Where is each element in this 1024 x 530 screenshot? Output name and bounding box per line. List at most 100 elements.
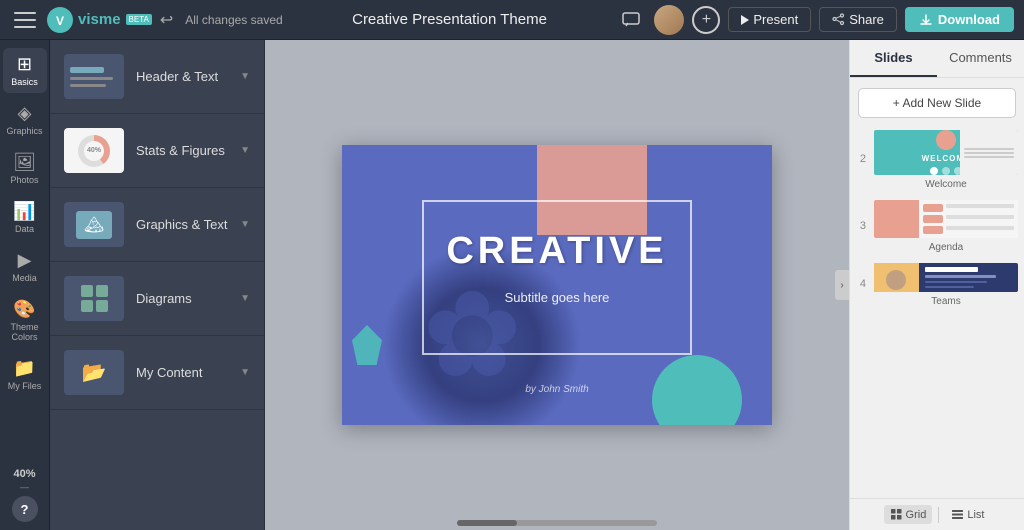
- graphics-label: Graphics: [7, 126, 43, 136]
- sidebar-item-my-files[interactable]: 📁 My Files: [3, 352, 47, 397]
- graphics-icon: ◈: [18, 103, 32, 124]
- panel-item-diagrams[interactable]: Diagrams ▼: [50, 262, 264, 336]
- sidebar-item-data[interactable]: 📊 Data: [3, 195, 47, 240]
- data-icon: 📊: [13, 201, 35, 222]
- hamburger-icon: [14, 12, 36, 28]
- share-button[interactable]: Share: [819, 7, 897, 32]
- sidebar-item-media[interactable]: ▶ Media: [3, 244, 47, 289]
- beta-badge: BETA: [126, 14, 152, 25]
- theme-colors-icon: 🎨: [13, 299, 35, 320]
- diagrams-label: Diagrams: [136, 291, 228, 306]
- basics-label: Basics: [11, 77, 38, 87]
- panel-item-header-text[interactable]: Header & Text ▼: [50, 40, 264, 114]
- share-icon: [832, 13, 845, 26]
- slide-num-3: 3: [854, 220, 866, 232]
- basics-icon: ⊞: [17, 54, 32, 75]
- canvas-area[interactable]: CREATIVE Subtitle goes here by John Smit…: [265, 40, 849, 530]
- add-new-slide-button[interactable]: + Add New Slide: [858, 88, 1016, 118]
- slide-thumb-item-3[interactable]: 3 Agenda: [854, 198, 1020, 253]
- my-content-label: My Content: [136, 365, 228, 380]
- graphics-text-thumb-img: 🏔: [76, 211, 112, 239]
- undo-button[interactable]: ↩: [158, 8, 175, 32]
- present-button[interactable]: Present: [728, 7, 811, 32]
- slide-thumb-item-2[interactable]: 2 WELCOME: [854, 128, 1020, 190]
- photos-label: Photos: [10, 175, 38, 185]
- photos-icon: 🖼: [13, 152, 36, 173]
- list-label: List: [967, 509, 984, 521]
- list-icon: [951, 508, 964, 521]
- topbar-right: + Present Share Download: [616, 5, 1014, 35]
- slides-list: 2 WELCOME: [850, 128, 1024, 498]
- header-text-thumbnail: [64, 54, 124, 99]
- slide-3-visual: [874, 200, 1018, 238]
- canvas-horizontal-scrollbar[interactable]: [457, 520, 657, 526]
- slide-preview-4[interactable]: [872, 261, 1020, 294]
- download-label: Download: [938, 12, 1000, 27]
- slide-2-visual: WELCOME: [874, 130, 1018, 175]
- media-icon: ▶: [18, 250, 32, 271]
- slide-label-3: Agenda: [872, 242, 1020, 253]
- play-icon: [741, 15, 749, 25]
- topbar-left: V visme BETA ↩ All changes saved: [10, 5, 283, 35]
- save-status: All changes saved: [185, 13, 282, 27]
- list-view-button[interactable]: List: [945, 505, 990, 524]
- graphics-text-thumbnail: 🏔: [64, 202, 124, 247]
- slide-2-right-panel: [960, 130, 1018, 175]
- grid-icon: [890, 508, 903, 521]
- slide-num-2: 2: [854, 153, 866, 165]
- slide-subtitle: Subtitle goes here: [342, 290, 772, 305]
- hamburger-button[interactable]: [10, 5, 40, 35]
- canvas-scrollbar-thumb: [457, 520, 517, 526]
- sidebar-item-theme-colors[interactable]: 🎨 Theme Colors: [3, 293, 47, 348]
- panel-item-graphics-text[interactable]: 🏔 Graphics & Text ▼: [50, 188, 264, 262]
- panel-item-stats-figures[interactable]: 40% Stats & Figures ▼: [50, 114, 264, 188]
- my-content-thumbnail: 📂: [64, 350, 124, 395]
- download-button[interactable]: Download: [905, 7, 1014, 32]
- grid-label: Grid: [906, 509, 927, 521]
- user-avatar[interactable]: [654, 5, 684, 35]
- slide-num-4: 4: [854, 278, 866, 290]
- slide-thumb-item-4[interactable]: 4: [854, 261, 1020, 307]
- tab-comments[interactable]: Comments: [937, 40, 1024, 77]
- add-collaborator-button[interactable]: +: [692, 6, 720, 34]
- header-text-label: Header & Text: [136, 69, 228, 84]
- slide-author: by John Smith: [342, 384, 772, 395]
- slide-3-wrapper: Agenda: [872, 198, 1020, 253]
- panel-item-my-content[interactable]: 📂 My Content ▼: [50, 336, 264, 410]
- stats-percent: 40%: [84, 141, 104, 161]
- topbar: V visme BETA ↩ All changes saved Creativ…: [0, 0, 1024, 40]
- share-label: Share: [849, 12, 884, 27]
- graphics-text-label: Graphics & Text: [136, 217, 228, 232]
- help-button[interactable]: ?: [12, 496, 38, 522]
- view-separator: [938, 507, 939, 523]
- tab-slides[interactable]: Slides: [850, 40, 937, 77]
- my-files-label: My Files: [8, 381, 42, 391]
- diagrams-thumbnail: [64, 276, 124, 321]
- grid-view-button[interactable]: Grid: [884, 505, 933, 524]
- sidebar-item-graphics[interactable]: ◈ Graphics: [3, 97, 47, 142]
- slide-preview-3[interactable]: [872, 198, 1020, 240]
- svg-text:V: V: [56, 14, 64, 28]
- left-sidebar: ⊞ Basics ◈ Graphics 🖼 Photos 📊 Data ▶ Me…: [0, 40, 50, 530]
- main-slide[interactable]: CREATIVE Subtitle goes here by John Smit…: [342, 145, 772, 425]
- diagrams-chevron: ▼: [240, 293, 250, 304]
- data-label: Data: [15, 224, 34, 234]
- right-panel-collapse-arrow[interactable]: ›: [835, 270, 849, 300]
- sidebar-item-photos[interactable]: 🖼 Photos: [3, 146, 47, 191]
- logo: V visme BETA: [46, 6, 152, 34]
- present-label: Present: [753, 12, 798, 27]
- header-text-chevron: ▼: [240, 71, 250, 82]
- slide-2-wrapper: WELCOME: [872, 128, 1020, 190]
- slide-preview-2[interactable]: WELCOME: [872, 128, 1020, 177]
- stats-figures-label: Stats & Figures: [136, 143, 228, 158]
- right-panel-tabs: Slides Comments: [850, 40, 1024, 78]
- sidebar-item-basics[interactable]: ⊞ Basics: [3, 48, 47, 93]
- graphics-text-chevron: ▼: [240, 219, 250, 230]
- logo-text: visme: [78, 11, 121, 28]
- right-panel-bottom: Grid List: [850, 498, 1024, 530]
- slide-4-visual: [874, 263, 1018, 292]
- zoom-display: 40% —: [13, 468, 35, 492]
- right-panel: › Slides Comments + Add New Slide 2 WELC…: [849, 40, 1024, 530]
- zoom-minus[interactable]: —: [13, 482, 35, 492]
- chat-button[interactable]: [616, 5, 646, 35]
